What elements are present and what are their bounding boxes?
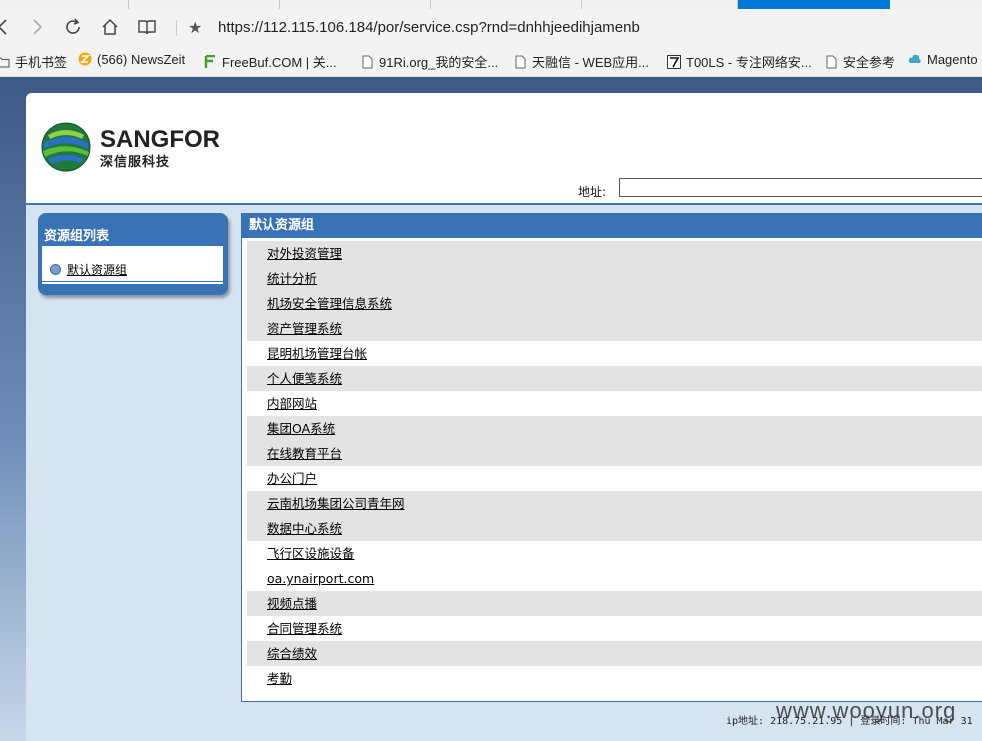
- browser-tab-active[interactable]: [738, 0, 890, 9]
- book-icon: [138, 20, 156, 35]
- bookmark-item[interactable]: 手机书签: [0, 52, 67, 71]
- resource-link[interactable]: 统计分析: [267, 271, 317, 286]
- sangfor-logo-icon: [40, 121, 92, 177]
- resource-link[interactable]: 机场安全管理信息系统: [267, 296, 392, 311]
- resource-row: 资产管理系统: [247, 316, 982, 341]
- address-bar: ★ https://112.115.106.184/por/service.cs…: [0, 9, 982, 46]
- resource-link[interactable]: 内部网站: [267, 396, 317, 411]
- cloud-icon: [908, 52, 922, 66]
- reading-view-button[interactable]: [134, 14, 160, 40]
- home-icon: [102, 18, 118, 35]
- bookmarks-bar: 手机书签 (566) NewsZeit FreeBuf.COM | 关... 9…: [0, 46, 982, 77]
- portal-frame: SANGFOR 深信服科技 地址: 资源组列表 默认资源组 默认资源组 对外投资…: [26, 93, 982, 741]
- resource-row: 云南机场集团公司青年网: [247, 491, 982, 516]
- browser-tab-strip: [0, 0, 982, 9]
- forward-arrow-icon: [33, 19, 43, 35]
- address-label: 地址:: [578, 185, 607, 199]
- browser-tab[interactable]: [582, 0, 738, 9]
- resource-link[interactable]: 云南机场集团公司青年网: [267, 496, 405, 511]
- bookmark-item[interactable]: 天融信 - WEB应用...: [513, 52, 649, 71]
- resource-link[interactable]: 办公门户: [267, 471, 317, 486]
- resource-group-panel: 资源组列表 默认资源组: [38, 213, 228, 295]
- resource-row: 昆明机场管理台帐: [247, 341, 982, 366]
- resource-list-panel: 默认资源组 对外投资管理 统计分析机场安全管理信息系统 资产管理系统昆明机场管理台帐…: [241, 213, 982, 702]
- home-button[interactable]: [97, 14, 123, 40]
- url-input[interactable]: https://112.115.106.184/por/service.csp?…: [218, 19, 640, 36]
- resource-link[interactable]: oa.ynairport.com: [267, 571, 374, 586]
- resource-group-panel-title: 资源组列表: [44, 229, 110, 244]
- resource-row: 在线教育平台: [247, 441, 982, 466]
- resource-link[interactable]: 资产管理系统: [267, 321, 342, 336]
- divider: [42, 281, 223, 282]
- star-icon[interactable]: ★: [188, 18, 202, 37]
- resource-link[interactable]: 合同管理系统: [267, 621, 342, 636]
- resource-row: 合同管理系统: [247, 616, 982, 641]
- resource-row: 综合绩效: [247, 641, 982, 666]
- resource-link[interactable]: 对外投资管理: [267, 246, 342, 261]
- browser-tab[interactable]: [129, 0, 280, 9]
- resource-row: 视频点播: [247, 591, 982, 616]
- bookmark-item[interactable]: 安全参考: [824, 52, 895, 71]
- resource-link[interactable]: 考勤: [267, 671, 292, 686]
- resource-list-title: 默认资源组: [242, 213, 982, 238]
- resource-link[interactable]: 昆明机场管理台帐: [267, 346, 367, 361]
- resource-row: 飞行区设施设备: [247, 541, 982, 566]
- back-button[interactable]: [0, 14, 16, 40]
- resource-link[interactable]: 综合绩效: [267, 646, 317, 661]
- bullet-icon: [50, 264, 61, 275]
- resource-link[interactable]: 视频点播: [267, 596, 317, 611]
- resource-link[interactable]: 在线教育平台: [267, 446, 342, 461]
- bookmark-item[interactable]: 91Ri.org_我的安全...: [360, 52, 498, 71]
- logo-subtitle: 深信服科技: [100, 155, 171, 170]
- resource-group-link[interactable]: 默认资源组: [67, 263, 127, 277]
- newszeit-icon: [78, 52, 92, 66]
- logo-text: SANGFOR: [100, 126, 220, 153]
- page-icon: [824, 55, 838, 69]
- resource-link[interactable]: 数据中心系统: [267, 521, 342, 536]
- resource-row: 对外投资管理: [247, 241, 982, 266]
- resource-row: 内部网站: [247, 391, 982, 416]
- resource-link[interactable]: 飞行区设施设备: [267, 546, 355, 561]
- resource-row: 个人便笺系统: [247, 366, 982, 391]
- bookmark-item[interactable]: T00LS - 专注网络安...: [667, 52, 812, 71]
- resource-row: 统计分析: [247, 266, 982, 291]
- resource-list: 对外投资管理 统计分析机场安全管理信息系统 资产管理系统昆明机场管理台帐 个人便笺系统…: [247, 241, 982, 691]
- resource-row: 集团OA系统: [247, 416, 982, 441]
- bookmark-item[interactable]: FreeBuf.COM | 关...: [203, 52, 337, 71]
- resource-row: 机场安全管理信息系统: [247, 291, 982, 316]
- resource-row: 数据中心系统: [247, 516, 982, 541]
- bookmark-item[interactable]: Magento: [908, 52, 978, 67]
- page-icon: [360, 55, 374, 69]
- resource-link[interactable]: 集团OA系统: [267, 421, 335, 436]
- refresh-icon: [66, 18, 80, 34]
- bookmark-item[interactable]: (566) NewsZeit: [78, 52, 185, 67]
- watermark: www.wooyun.org: [776, 698, 957, 723]
- refresh-button[interactable]: [60, 14, 86, 40]
- back-arrow-icon: [0, 19, 7, 35]
- browser-tab[interactable]: [280, 0, 431, 9]
- page-viewport: SANGFOR 深信服科技 地址: 资源组列表 默认资源组 默认资源组 对外投资…: [0, 77, 982, 741]
- divider: [176, 20, 177, 36]
- resource-row: 办公门户: [247, 466, 982, 491]
- resource-row: 考勤: [247, 666, 982, 691]
- resource-link[interactable]: 个人便笺系统: [267, 371, 342, 386]
- resource-group-list: 默认资源组: [42, 246, 223, 284]
- forward-button[interactable]: [24, 14, 50, 40]
- browser-tab[interactable]: [431, 0, 582, 9]
- resource-group-item[interactable]: 默认资源组: [50, 261, 127, 278]
- freebuf-icon: [203, 54, 217, 69]
- portal-header: SANGFOR 深信服科技 地址:: [26, 93, 982, 205]
- page-icon: [513, 55, 527, 69]
- tools-icon: [667, 55, 681, 69]
- address-input[interactable]: [619, 178, 982, 197]
- browser-tab[interactable]: [0, 0, 129, 9]
- resource-row: oa.ynairport.com: [247, 566, 982, 591]
- folder-icon: [0, 55, 10, 69]
